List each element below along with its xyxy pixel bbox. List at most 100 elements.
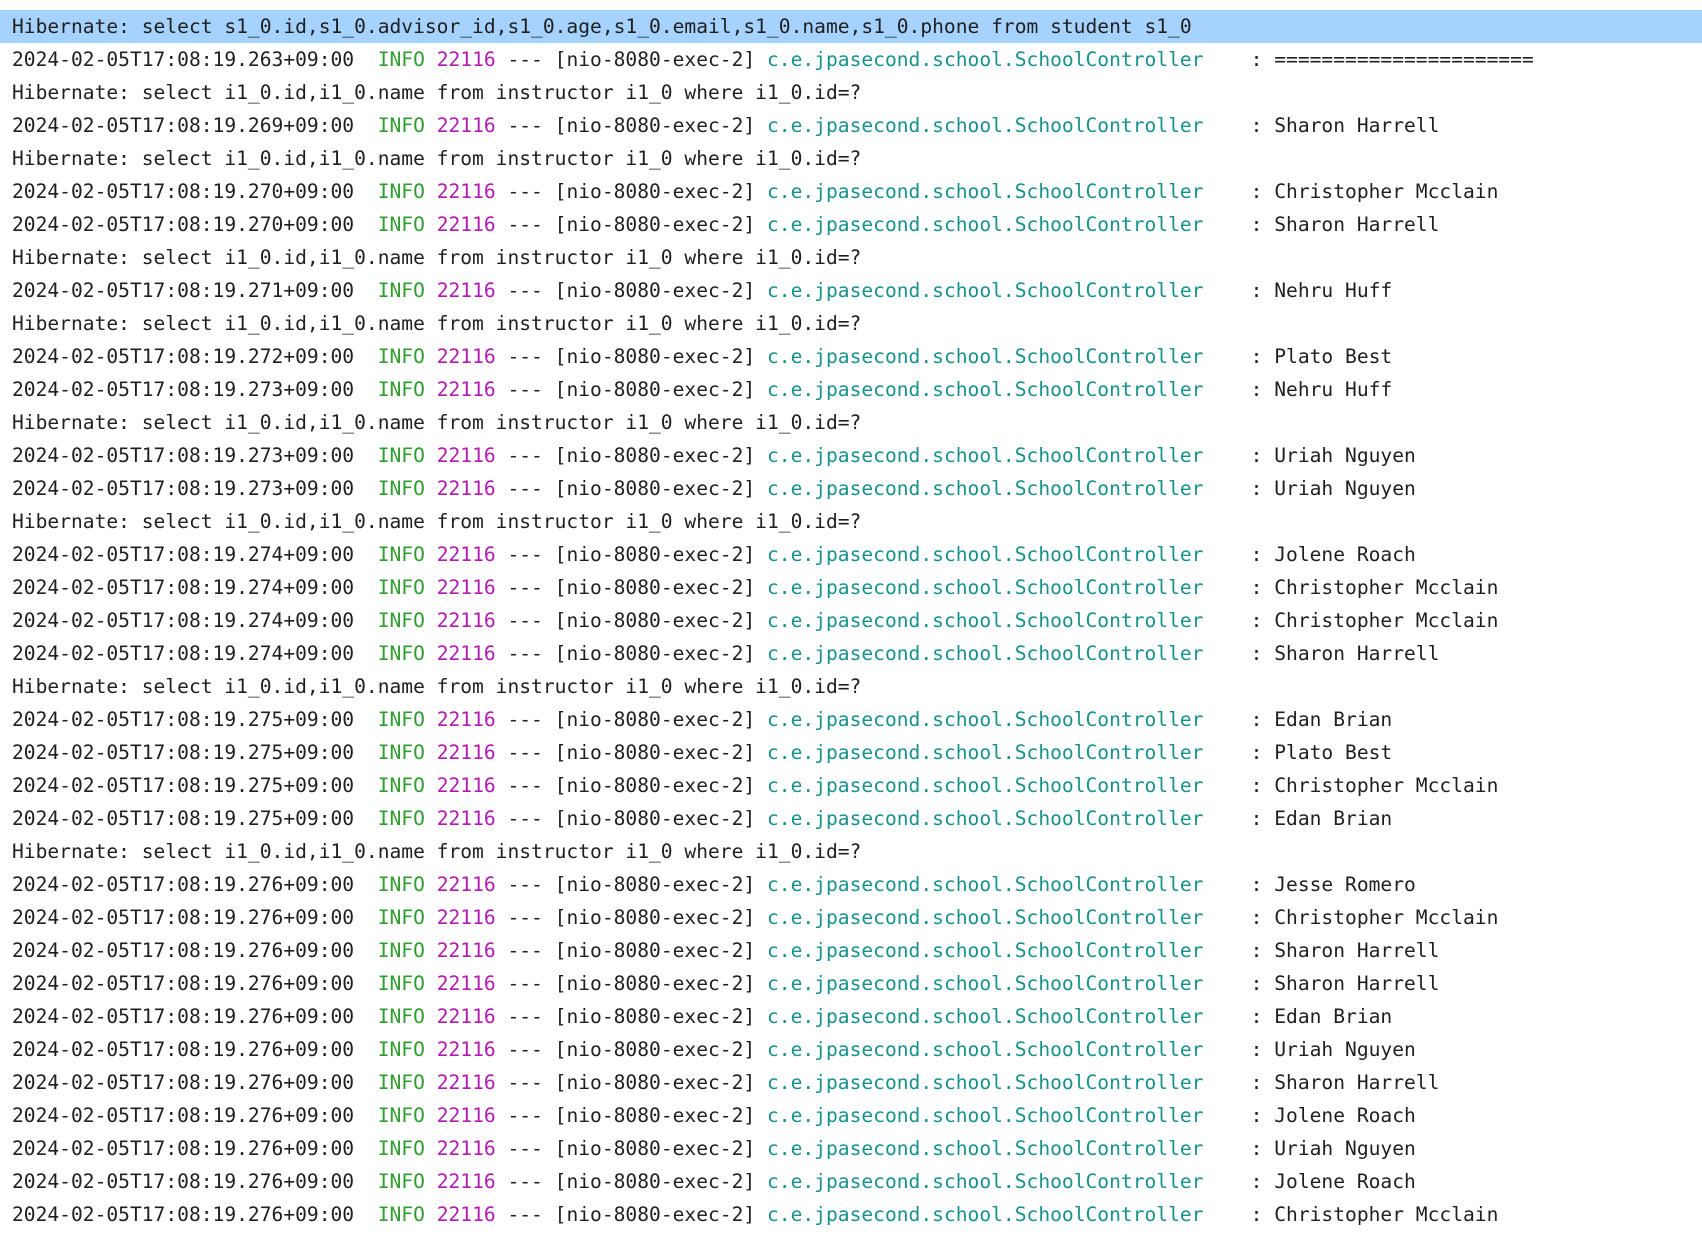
process-id: 22116 <box>436 774 496 797</box>
log-line[interactable]: 2024-02-05T17:08:19.273+09:00 INFO 22116… <box>0 439 1702 472</box>
logger-name[interactable]: c.e.jpasecond.school.SchoolController <box>767 1038 1203 1061</box>
logger-name[interactable]: c.e.jpasecond.school.SchoolController <box>767 378 1203 401</box>
logger-name[interactable]: c.e.jpasecond.school.SchoolController <box>767 1170 1203 1193</box>
logger-name[interactable]: c.e.jpasecond.school.SchoolController <box>767 279 1203 302</box>
timestamp: 2024-02-05T17:08:19.276+09:00 <box>12 939 355 962</box>
log-line[interactable]: 2024-02-05T17:08:19.275+09:00 INFO 22116… <box>0 703 1702 736</box>
log-line[interactable]: 2024-02-05T17:08:19.276+09:00 INFO 22116… <box>0 1165 1702 1198</box>
log-line[interactable]: 2024-02-05T17:08:19.274+09:00 INFO 22116… <box>0 538 1702 571</box>
separator: --- <box>507 213 543 236</box>
log-line[interactable]: 2024-02-05T17:08:19.276+09:00 INFO 22116… <box>0 967 1702 1000</box>
thread-name: [nio-8080-exec-2] <box>554 576 756 599</box>
log-line[interactable]: 2024-02-05T17:08:19.273+09:00 INFO 22116… <box>0 472 1702 505</box>
log-line[interactable]: 2024-02-05T17:08:19.270+09:00 INFO 22116… <box>0 208 1702 241</box>
log-line[interactable]: 2024-02-05T17:08:19.270+09:00 INFO 22116… <box>0 175 1702 208</box>
console-output[interactable]: Hibernate: select s1_0.id,s1_0.advisor_i… <box>0 0 1702 1239</box>
logger-name[interactable]: c.e.jpasecond.school.SchoolController <box>767 972 1203 995</box>
log-line[interactable]: 2024-02-05T17:08:19.276+09:00 INFO 22116… <box>0 1198 1702 1231</box>
timestamp: 2024-02-05T17:08:19.270+09:00 <box>12 213 355 236</box>
logger-name[interactable]: c.e.jpasecond.school.SchoolController <box>767 1104 1203 1127</box>
process-id: 22116 <box>436 48 496 71</box>
log-line[interactable]: 2024-02-05T17:08:19.273+09:00 INFO 22116… <box>0 373 1702 406</box>
log-level: INFO <box>377 213 425 236</box>
log-message: : Jesse Romero <box>1250 873 1416 896</box>
logger-name[interactable]: c.e.jpasecond.school.SchoolController <box>767 576 1203 599</box>
thread-name: [nio-8080-exec-2] <box>554 939 756 962</box>
log-message: : Sharon Harrell <box>1250 972 1440 995</box>
log-line-sql[interactable]: Hibernate: select i1_0.id,i1_0.name from… <box>0 307 1702 340</box>
log-level: INFO <box>377 1038 425 1061</box>
log-line[interactable]: 2024-02-05T17:08:19.276+09:00 INFO 22116… <box>0 1099 1702 1132</box>
log-line-sql[interactable]: Hibernate: select i1_0.id,i1_0.name from… <box>0 241 1702 274</box>
timestamp: 2024-02-05T17:08:19.276+09:00 <box>12 972 355 995</box>
thread-name: [nio-8080-exec-2] <box>554 213 756 236</box>
logger-name[interactable]: c.e.jpasecond.school.SchoolController <box>767 642 1203 665</box>
thread-name: [nio-8080-exec-2] <box>554 807 756 830</box>
separator: --- <box>507 939 543 962</box>
logger-name[interactable]: c.e.jpasecond.school.SchoolController <box>767 477 1203 500</box>
log-message: : Plato Best <box>1250 741 1393 764</box>
log-line[interactable]: 2024-02-05T17:08:19.276+09:00 INFO 22116… <box>0 1066 1702 1099</box>
log-line[interactable]: 2024-02-05T17:08:19.274+09:00 INFO 22116… <box>0 637 1702 670</box>
sql-text: Hibernate: select i1_0.id,i1_0.name from… <box>12 246 862 269</box>
logger-name[interactable]: c.e.jpasecond.school.SchoolController <box>767 741 1203 764</box>
log-line-sql[interactable]: Hibernate: select s1_0.id,s1_0.advisor_i… <box>0 10 1702 43</box>
logger-name[interactable]: c.e.jpasecond.school.SchoolController <box>767 48 1203 71</box>
logger-name[interactable]: c.e.jpasecond.school.SchoolController <box>767 609 1203 632</box>
log-line-sql[interactable]: Hibernate: select i1_0.id,i1_0.name from… <box>0 670 1702 703</box>
logger-name[interactable]: c.e.jpasecond.school.SchoolController <box>767 708 1203 731</box>
separator: --- <box>507 543 543 566</box>
log-line[interactable]: 2024-02-05T17:08:19.275+09:00 INFO 22116… <box>0 802 1702 835</box>
log-line-sql[interactable]: Hibernate: select i1_0.id,i1_0.name from… <box>0 505 1702 538</box>
log-line[interactable]: 2024-02-05T17:08:19.274+09:00 INFO 22116… <box>0 604 1702 637</box>
log-line[interactable]: 2024-02-05T17:08:19.271+09:00 INFO 22116… <box>0 274 1702 307</box>
logger-name[interactable]: c.e.jpasecond.school.SchoolController <box>767 1137 1203 1160</box>
log-level: INFO <box>377 906 425 929</box>
sql-text: Hibernate: select i1_0.id,i1_0.name from… <box>12 81 862 104</box>
logger-name[interactable]: c.e.jpasecond.school.SchoolController <box>767 774 1203 797</box>
logger-name[interactable]: c.e.jpasecond.school.SchoolController <box>767 114 1203 137</box>
process-id: 22116 <box>436 1170 496 1193</box>
logger-name[interactable]: c.e.jpasecond.school.SchoolController <box>767 444 1203 467</box>
log-line-sql[interactable]: Hibernate: select i1_0.id,i1_0.name from… <box>0 835 1702 868</box>
log-line[interactable]: 2024-02-05T17:08:19.263+09:00 INFO 22116… <box>0 43 1702 76</box>
log-line[interactable]: 2024-02-05T17:08:19.276+09:00 INFO 22116… <box>0 901 1702 934</box>
log-line[interactable]: 2024-02-05T17:08:19.276+09:00 INFO 22116… <box>0 934 1702 967</box>
logger-name[interactable]: c.e.jpasecond.school.SchoolController <box>767 213 1203 236</box>
thread-name: [nio-8080-exec-2] <box>554 180 756 203</box>
log-line[interactable]: 2024-02-05T17:08:19.274+09:00 INFO 22116… <box>0 571 1702 604</box>
logger-name[interactable]: c.e.jpasecond.school.SchoolController <box>767 180 1203 203</box>
log-line-sql[interactable]: Hibernate: select i1_0.id,i1_0.name from… <box>0 76 1702 109</box>
log-line[interactable]: 2024-02-05T17:08:19.276+09:00 INFO 22116… <box>0 868 1702 901</box>
log-line-sql[interactable]: Hibernate: select i1_0.id,i1_0.name from… <box>0 142 1702 175</box>
logger-name[interactable]: c.e.jpasecond.school.SchoolController <box>767 1005 1203 1028</box>
process-id: 22116 <box>436 906 496 929</box>
process-id: 22116 <box>436 642 496 665</box>
log-message: : Uriah Nguyen <box>1250 444 1416 467</box>
log-line[interactable]: 2024-02-05T17:08:19.276+09:00 INFO 22116… <box>0 1033 1702 1066</box>
timestamp: 2024-02-05T17:08:19.273+09:00 <box>12 378 355 401</box>
log-message: : Edan Brian <box>1250 807 1393 830</box>
log-line[interactable]: 2024-02-05T17:08:19.269+09:00 INFO 22116… <box>0 109 1702 142</box>
log-line[interactable]: 2024-02-05T17:08:19.275+09:00 INFO 22116… <box>0 736 1702 769</box>
log-level: INFO <box>377 609 425 632</box>
logger-name[interactable]: c.e.jpasecond.school.SchoolController <box>767 873 1203 896</box>
log-line[interactable]: 2024-02-05T17:08:19.276+09:00 INFO 22116… <box>0 1000 1702 1033</box>
logger-name[interactable]: c.e.jpasecond.school.SchoolController <box>767 807 1203 830</box>
logger-name[interactable]: c.e.jpasecond.school.SchoolController <box>767 939 1203 962</box>
separator: --- <box>507 972 543 995</box>
timestamp: 2024-02-05T17:08:19.276+09:00 <box>12 1170 355 1193</box>
log-line[interactable]: 2024-02-05T17:08:19.275+09:00 INFO 22116… <box>0 769 1702 802</box>
thread-name: [nio-8080-exec-2] <box>554 609 756 632</box>
logger-name[interactable]: c.e.jpasecond.school.SchoolController <box>767 1203 1203 1226</box>
logger-name[interactable]: c.e.jpasecond.school.SchoolController <box>767 906 1203 929</box>
separator: --- <box>507 708 543 731</box>
logger-name[interactable]: c.e.jpasecond.school.SchoolController <box>767 345 1203 368</box>
log-line-sql[interactable]: Hibernate: select i1_0.id,i1_0.name from… <box>0 406 1702 439</box>
logger-name[interactable]: c.e.jpasecond.school.SchoolController <box>767 543 1203 566</box>
logger-name[interactable]: c.e.jpasecond.school.SchoolController <box>767 1071 1203 1094</box>
separator: --- <box>507 1005 543 1028</box>
timestamp: 2024-02-05T17:08:19.276+09:00 <box>12 1071 355 1094</box>
log-line[interactable]: 2024-02-05T17:08:19.276+09:00 INFO 22116… <box>0 1132 1702 1165</box>
log-line[interactable]: 2024-02-05T17:08:19.272+09:00 INFO 22116… <box>0 340 1702 373</box>
